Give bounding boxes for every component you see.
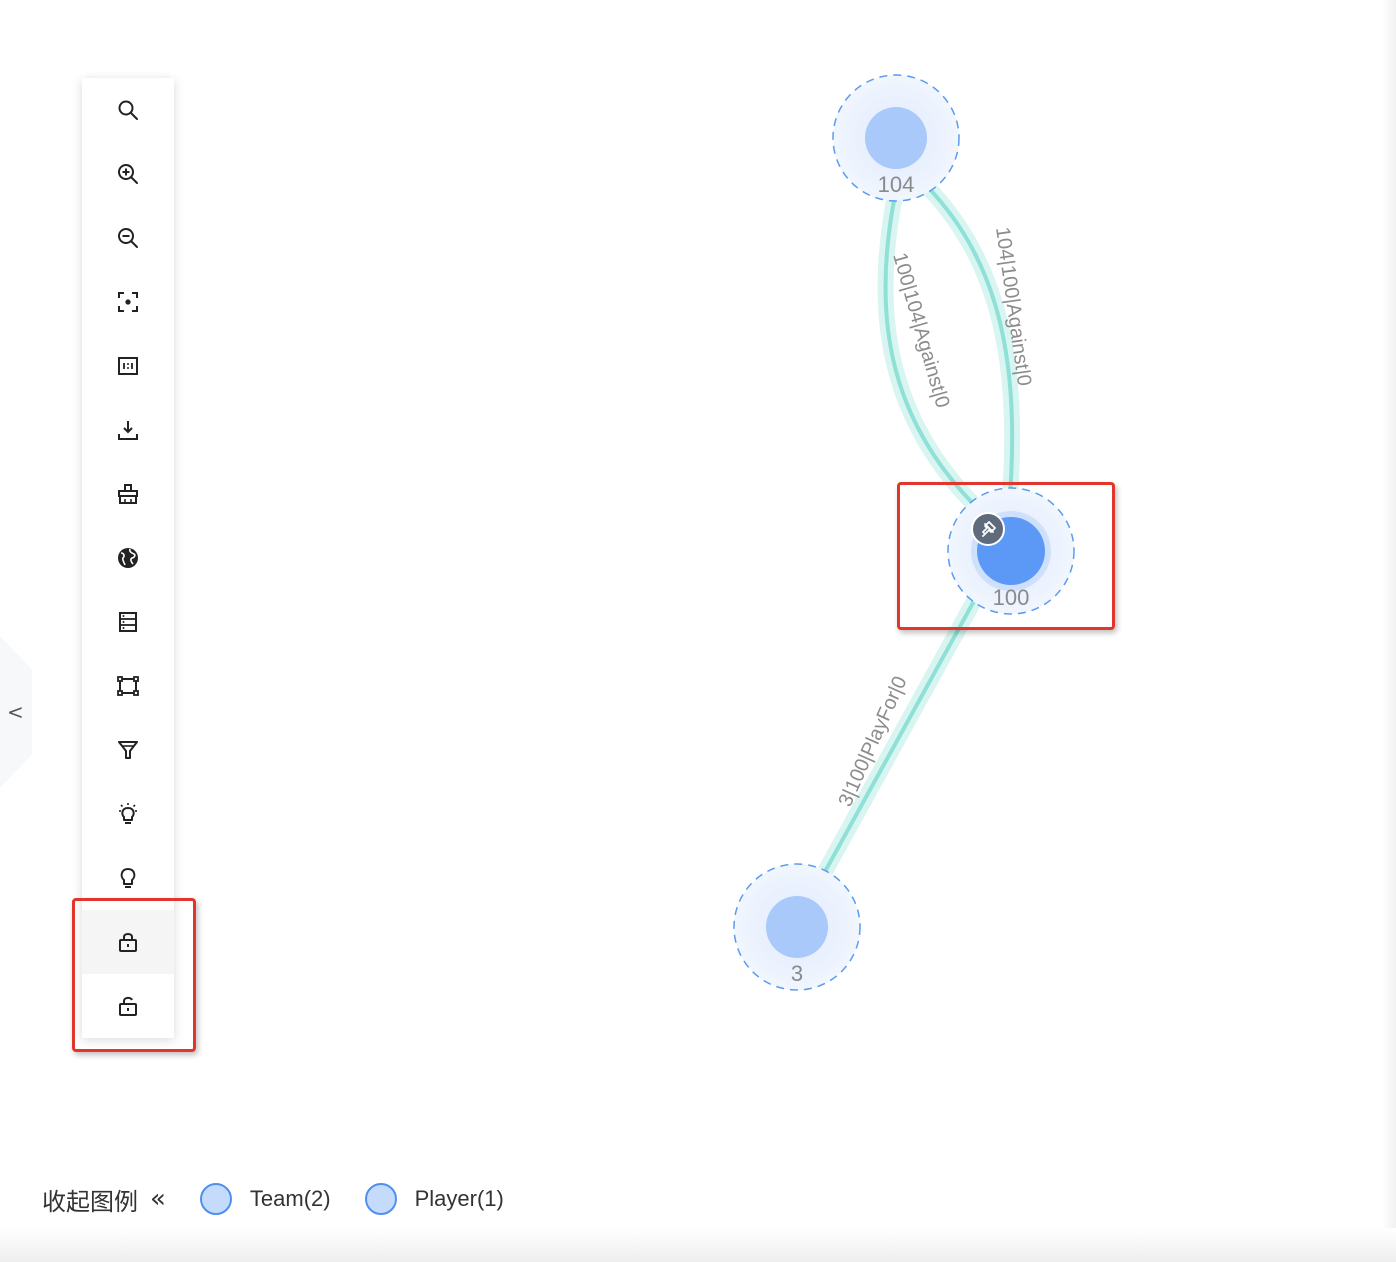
double-chevron-left-icon: « xyxy=(150,1184,166,1214)
zoom-in-button[interactable] xyxy=(82,142,174,206)
legend-color-dot xyxy=(199,1183,232,1215)
node-label: 3 xyxy=(791,961,803,986)
graph-node[interactable]: 104 xyxy=(832,74,960,202)
actual-size-button[interactable] xyxy=(82,334,174,398)
zoom-in-icon xyxy=(118,164,138,184)
legend-collapse-button[interactable]: 收起图例 « xyxy=(42,1182,166,1217)
list-button[interactable] xyxy=(82,590,174,654)
actual-size-icon xyxy=(118,357,138,375)
zoom-out-button[interactable] xyxy=(82,206,174,270)
legend-item-label: Player(1) xyxy=(414,1186,504,1211)
unlock-button[interactable] xyxy=(82,974,174,1038)
search-button[interactable] xyxy=(82,78,174,142)
highlight-off-button[interactable] xyxy=(82,846,174,910)
legend-color-dot xyxy=(364,1183,397,1215)
graph-node-selected[interactable]: 100 xyxy=(947,487,1075,615)
focus-button[interactable] xyxy=(82,270,174,334)
highlight-on-button[interactable] xyxy=(82,782,174,846)
pin-icon[interactable] xyxy=(971,512,1005,546)
download-button[interactable] xyxy=(82,398,174,462)
lock-icon xyxy=(119,933,137,952)
edge-3-100[interactable] xyxy=(798,564,998,914)
select-box-icon xyxy=(117,676,139,696)
filter-icon xyxy=(118,741,138,759)
globe-icon xyxy=(118,548,138,568)
node-label: 104 xyxy=(878,172,915,197)
legend-item-label: Team(2) xyxy=(249,1186,331,1211)
legend-item-team[interactable]: Team(2) xyxy=(199,1183,331,1215)
clear-button[interactable] xyxy=(82,462,174,526)
unlock-icon xyxy=(119,996,137,1016)
search-icon xyxy=(118,100,138,120)
select-box-button[interactable] xyxy=(82,654,174,718)
legend-toggle-label: 收起图例 xyxy=(42,1187,138,1216)
bulb-on-icon xyxy=(119,803,137,824)
globe-button[interactable] xyxy=(82,526,174,590)
legend-item-player[interactable]: Player(1) xyxy=(364,1183,504,1215)
zoom-out-icon xyxy=(118,228,138,248)
list-icon xyxy=(119,612,137,632)
graph-node[interactable]: 3 xyxy=(733,863,861,991)
lock-button[interactable] xyxy=(82,910,174,974)
bulb-off-icon xyxy=(120,868,136,888)
graph-toolbar xyxy=(82,78,174,1038)
legend: 收起图例 « Team(2) Player(1) xyxy=(42,1174,504,1224)
graph-canvas[interactable]: 100|104|Against|0 104|100|Against|0 3|10… xyxy=(0,0,1396,1262)
download-icon xyxy=(118,421,138,440)
filter-button[interactable] xyxy=(82,718,174,782)
node-label: 100 xyxy=(993,585,1030,610)
clear-icon xyxy=(118,484,138,504)
focus-icon xyxy=(118,292,138,312)
